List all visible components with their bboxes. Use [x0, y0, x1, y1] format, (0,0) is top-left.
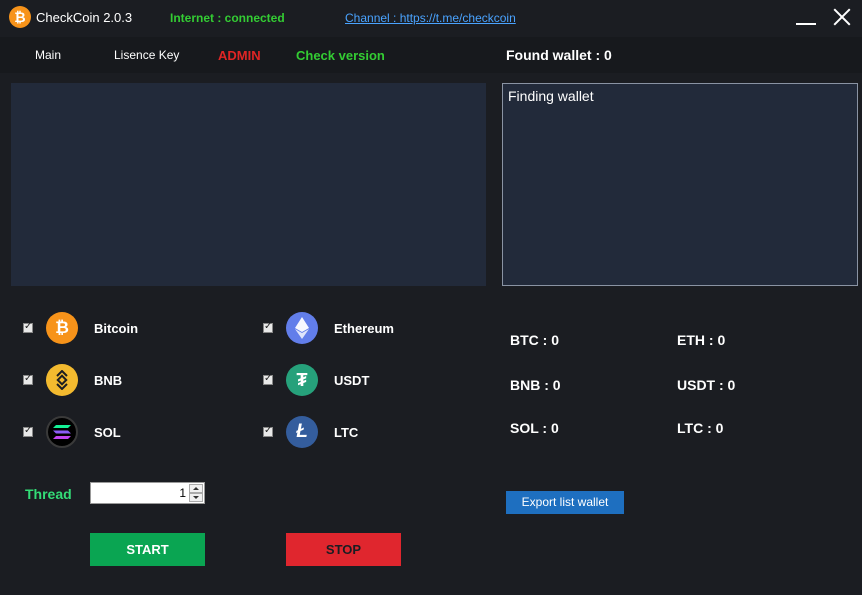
- ethereum-icon: [286, 312, 318, 344]
- usdt-icon: ₮: [286, 364, 318, 396]
- solana-icon: [46, 416, 78, 448]
- ltc-label: LTC: [334, 425, 359, 440]
- thread-label: Thread: [25, 486, 72, 502]
- ltc-count: LTC : 0: [677, 420, 724, 436]
- log-text: Finding wallet: [508, 88, 594, 104]
- export-wallet-button[interactable]: Export list wallet: [506, 491, 624, 514]
- thread-value[interactable]: 1: [179, 486, 186, 500]
- usdt-count: USDT : 0: [677, 377, 736, 393]
- stepper-down-button[interactable]: [189, 493, 203, 502]
- log-panel: [502, 83, 858, 286]
- nav-check-version[interactable]: Check version: [296, 48, 385, 63]
- bnb-icon: [46, 364, 78, 396]
- stop-button[interactable]: STOP: [286, 533, 401, 566]
- sol-checkbox[interactable]: [23, 425, 33, 437]
- ethereum-checkbox[interactable]: [263, 321, 273, 333]
- sol-count: SOL : 0: [510, 420, 559, 436]
- nav-admin[interactable]: ADMIN: [218, 48, 261, 63]
- channel-link[interactable]: Channel : https://t.me/checkcoin: [345, 11, 516, 25]
- btc-count: BTC : 0: [510, 332, 559, 348]
- bnb-label: BNB: [94, 373, 123, 388]
- app-title: CheckCoin 2.0.3: [36, 10, 133, 25]
- nav-licence-key[interactable]: Lisence Key: [114, 48, 179, 62]
- start-button[interactable]: START: [90, 533, 205, 566]
- close-button[interactable]: [830, 4, 856, 30]
- bnb-checkbox[interactable]: [23, 373, 33, 385]
- eth-count: ETH : 0: [677, 332, 726, 348]
- bnb-count: BNB : 0: [510, 377, 561, 393]
- usdt-label: USDT: [334, 373, 370, 388]
- ethereum-label: Ethereum: [334, 321, 394, 336]
- nav-main[interactable]: Main: [35, 48, 61, 62]
- internet-status: Internet : connected: [170, 11, 285, 25]
- thread-stepper[interactable]: 1: [90, 482, 205, 504]
- bitcoin-checkbox[interactable]: [23, 321, 33, 333]
- litecoin-icon: Ł: [286, 416, 318, 448]
- bitcoin-icon: ₿: [46, 312, 78, 344]
- output-panel: [11, 83, 486, 286]
- ltc-checkbox[interactable]: [263, 425, 273, 437]
- found-wallet-count: Found wallet : 0: [506, 47, 612, 63]
- usdt-checkbox[interactable]: [263, 373, 273, 385]
- bitcoin-label: Bitcoin: [94, 321, 139, 336]
- sol-label: SOL: [94, 425, 121, 440]
- minimize-button[interactable]: [793, 4, 819, 30]
- app-logo-icon: ₿: [9, 6, 31, 28]
- stepper-up-button[interactable]: [189, 484, 203, 493]
